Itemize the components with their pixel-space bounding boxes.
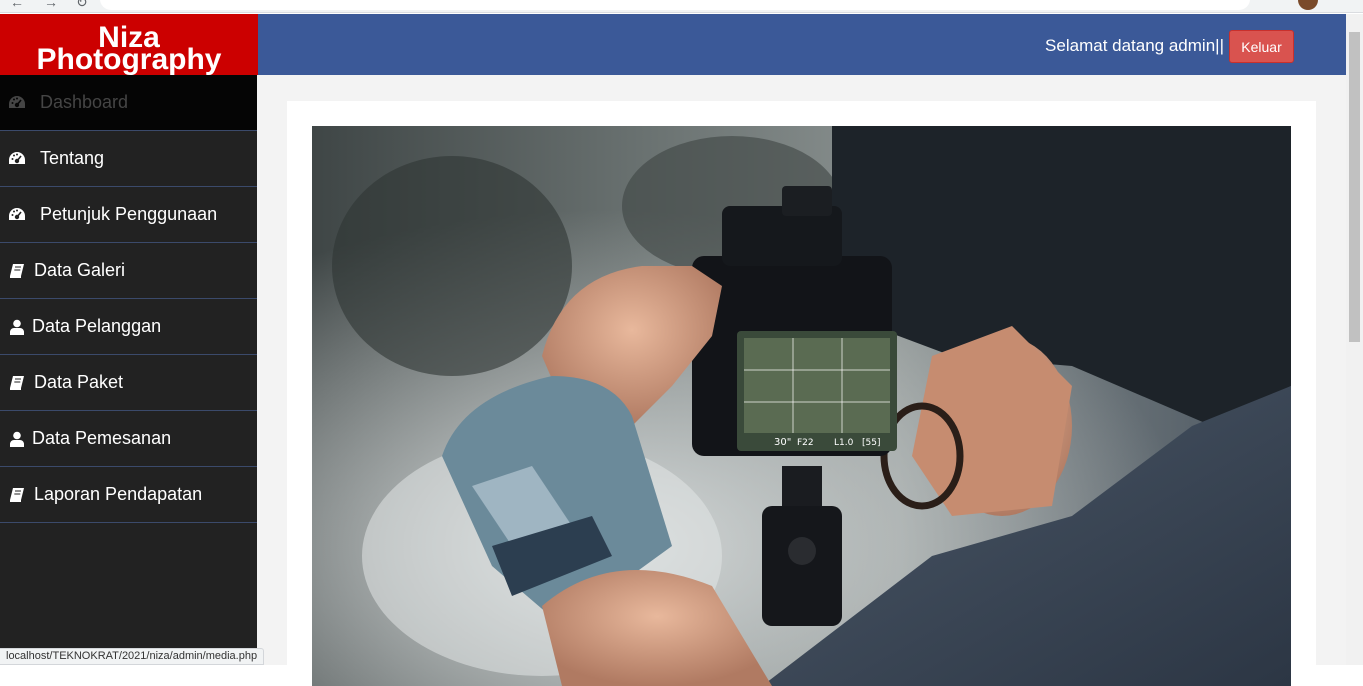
sidebar-menu: Dashboard Tentang Petunjuk Penggunaan Da… [0, 75, 257, 665]
camera-lcd-shutter: 30" [774, 437, 791, 448]
status-bar-url: localhost/TEKNOKRAT/2021/niza/admin/medi… [0, 648, 265, 665]
dashboard-icon [7, 94, 27, 112]
page-scrollbar[interactable] [1346, 14, 1363, 665]
user-icon [7, 430, 27, 448]
sidebar-item-data-paket[interactable]: Data Paket [0, 355, 257, 411]
top-navbar: Selamat datang admin|| Keluar [258, 14, 1346, 75]
browser-toolbar: ← → ↻ [0, 0, 1363, 13]
user-icon [7, 318, 27, 336]
sidebar-item-label: Data Paket [34, 372, 124, 392]
welcome-text: Selamat datang admin|| [1045, 36, 1224, 55]
camera-lcd-ev: L1.0 [834, 438, 854, 448]
scrollbar-thumb[interactable] [1349, 32, 1360, 342]
photo-illustration: 30" F22 L1.0 [55] [312, 126, 1291, 686]
sidebar-item-label: Petunjuk Penggunaan [40, 204, 218, 224]
book-icon [7, 374, 27, 392]
sidebar-item-label: Laporan Pendapatan [34, 484, 203, 504]
sidebar-item-label: Data Galeri [34, 260, 126, 280]
sidebar-item-petunjuk-penggunaan[interactable]: Petunjuk Penggunaan [0, 187, 257, 243]
brand-line-2: Photography [36, 43, 222, 76]
photographer-camera-image: 30" F22 L1.0 [55] [312, 126, 1291, 686]
sidebar-item-laporan-pendapatan[interactable]: Laporan Pendapatan [0, 467, 257, 523]
sidebar-item-data-galeri[interactable]: Data Galeri [0, 243, 257, 299]
sidebar-item-label: Data Pemesanan [32, 428, 172, 448]
sidebar-item-tentang[interactable]: Tentang [0, 131, 257, 187]
content-panel: 30" F22 L1.0 [55] [287, 101, 1316, 686]
forward-icon[interactable]: → [44, 0, 58, 10]
dashboard-icon [7, 206, 27, 224]
camera-lcd-aperture: F22 [797, 438, 814, 448]
reload-icon[interactable]: ↻ [76, 0, 88, 11]
book-icon [7, 486, 27, 504]
logout-button[interactable]: Keluar [1229, 30, 1294, 63]
profile-avatar[interactable] [1298, 0, 1318, 10]
book-icon [7, 262, 27, 280]
sidebar-item-label: Tentang [40, 148, 105, 168]
address-bar[interactable] [100, 0, 1250, 10]
back-icon[interactable]: ← [10, 0, 24, 10]
brand-logo[interactable]: Niza Photography [0, 14, 258, 75]
sidebar-item-data-pelanggan[interactable]: Data Pelanggan [0, 299, 257, 355]
sidebar-item-label: Data Pelanggan [32, 316, 162, 336]
main-content: 30" F22 L1.0 [55] [257, 75, 1346, 686]
sidebar-item-data-pemesanan[interactable]: Data Pemesanan [0, 411, 257, 467]
sidebar-item-label: Dashboard [40, 92, 129, 112]
sidebar-item-dashboard[interactable]: Dashboard [0, 75, 257, 131]
camera-lcd-shots: [55] [862, 438, 880, 448]
dashboard-icon [7, 150, 27, 168]
